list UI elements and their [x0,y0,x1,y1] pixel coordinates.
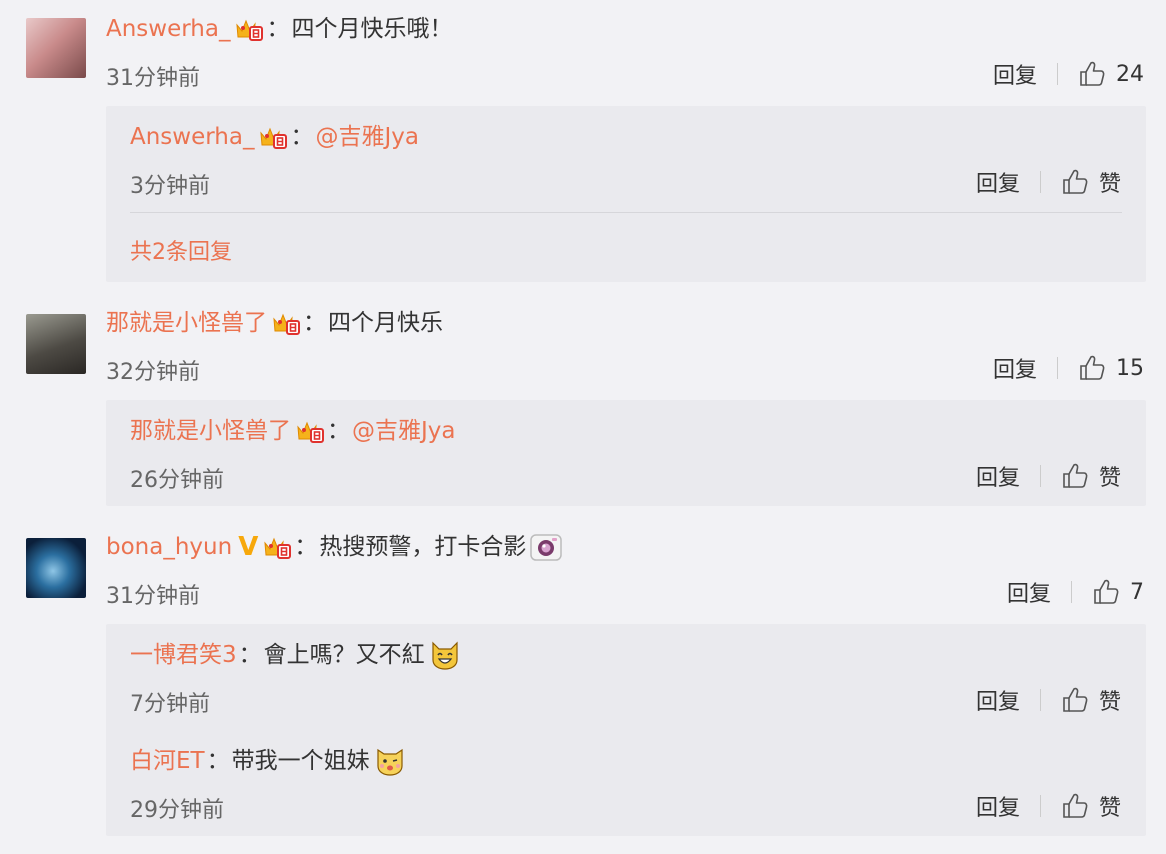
colon-separator: ： [303,310,326,336]
username-link[interactable]: 白河ET [130,746,205,776]
reply-button[interactable]: 回复 [976,166,1020,198]
crown-badge-icon[interactable] [234,16,264,42]
reply-actions: 回复 赞 [976,460,1121,492]
like-count[interactable]: 15 [1116,356,1144,381]
like-label[interactable]: 赞 [1099,684,1121,716]
like-label[interactable]: 赞 [1099,166,1121,198]
more-replies-link[interactable]: 共2条回复 [130,234,232,266]
comment-line: Answerha_ ： 四个月快乐哦！ [106,14,452,44]
mention-link[interactable]: @吉雅Jya [315,122,419,152]
mention-link[interactable]: @吉雅Jya [352,416,456,446]
colon-separator: ： [266,16,290,42]
comment-line: bona_hyun V ： 热搜预警，打卡合影 [106,532,563,562]
colon-separator: ： [294,534,318,560]
thumbs-up-icon[interactable] [1092,578,1120,606]
username-link[interactable]: 那就是小怪兽了 [130,416,291,446]
comment-actions: 回复 7 [1007,576,1144,608]
crown-badge-icon[interactable] [258,124,288,150]
comment-actions: 回复 15 [993,352,1144,384]
like-count[interactable]: 24 [1116,62,1144,87]
thumbs-up-icon[interactable] [1061,462,1089,490]
like-count[interactable]: 7 [1130,580,1144,605]
thumbs-up-icon[interactable] [1078,60,1106,88]
colon-separator: ： [238,642,262,668]
reply-button[interactable]: 回复 [993,352,1037,384]
reply-button[interactable]: 回复 [993,58,1037,90]
reply-button[interactable]: 回复 [976,684,1020,716]
comment-line: 那就是小怪兽了 ： 四个月快乐 [106,308,443,338]
like-label[interactable]: 赞 [1099,790,1121,822]
reply-button[interactable]: 回复 [976,790,1020,822]
comment-time: 32分钟前 [106,360,200,385]
comment-actions: 回复 24 [993,58,1144,90]
reply-line: 白河ET ： 带我一个姐妹 [130,746,406,776]
thumbs-up-icon[interactable] [1061,168,1089,196]
username-link[interactable]: Answerha_ [106,14,230,44]
comment-time: 31分钟前 [106,66,200,91]
colon-separator: ： [327,418,350,444]
avatar[interactable] [26,314,86,374]
colon-separator: ： [206,748,230,774]
username-link[interactable]: bona_hyun [106,532,232,562]
reply-text: 带我一个姐妹 [231,748,370,774]
crown-badge-icon[interactable] [262,534,292,560]
comment-time: 31分钟前 [106,584,200,609]
divider [1057,357,1058,379]
reply-line: Answerha_ ： @吉雅Jya [130,122,419,152]
divider [1057,63,1058,85]
username-link[interactable]: 一博君笑3 [130,640,237,670]
laughing-cat-emoji-icon [432,641,458,670]
reply-time: 3分钟前 [130,174,210,199]
reply-actions: 回复 赞 [976,684,1121,716]
divider [1039,465,1041,487]
reply-actions: 回复 赞 [976,790,1121,822]
reply-line: 一博君笑3 ： 會上嗎？又不紅 [130,640,461,670]
reply-divider [130,212,1122,213]
divider [1039,689,1041,711]
thumbs-up-icon[interactable] [1061,686,1089,714]
reply-text: 會上嗎？又不紅 [263,642,425,668]
verified-v-icon: V [238,532,259,562]
username-link[interactable]: Answerha_ [130,122,254,152]
thumbs-up-icon[interactable] [1078,354,1106,382]
avatar[interactable] [26,538,86,598]
thumbs-up-icon[interactable] [1061,792,1089,820]
avatar[interactable] [26,18,86,78]
comment-text: 热搜预警，打卡合影 [319,534,527,560]
reply-time: 26分钟前 [130,468,224,493]
crown-badge-icon[interactable] [271,310,301,336]
camera-emoji-icon [530,534,563,561]
reply-button[interactable]: 回复 [1007,576,1051,608]
reply-time: 29分钟前 [130,798,224,823]
reply-button[interactable]: 回复 [976,460,1020,492]
divider [1039,795,1041,817]
divider [1039,171,1041,193]
dog-emoji-icon [376,748,403,776]
comment-text: 四个月快乐 [328,310,443,336]
reply-actions: 回复 赞 [976,166,1121,198]
reply-line: 那就是小怪兽了 ： @吉雅Jya [130,416,456,446]
username-link[interactable]: 那就是小怪兽了 [106,308,267,338]
comment-text: 四个月快乐哦！ [291,16,453,42]
reply-time: 7分钟前 [130,692,210,717]
crown-badge-icon[interactable] [295,418,325,444]
like-label[interactable]: 赞 [1099,460,1121,492]
colon-separator: ： [290,124,314,150]
divider [1071,581,1072,603]
